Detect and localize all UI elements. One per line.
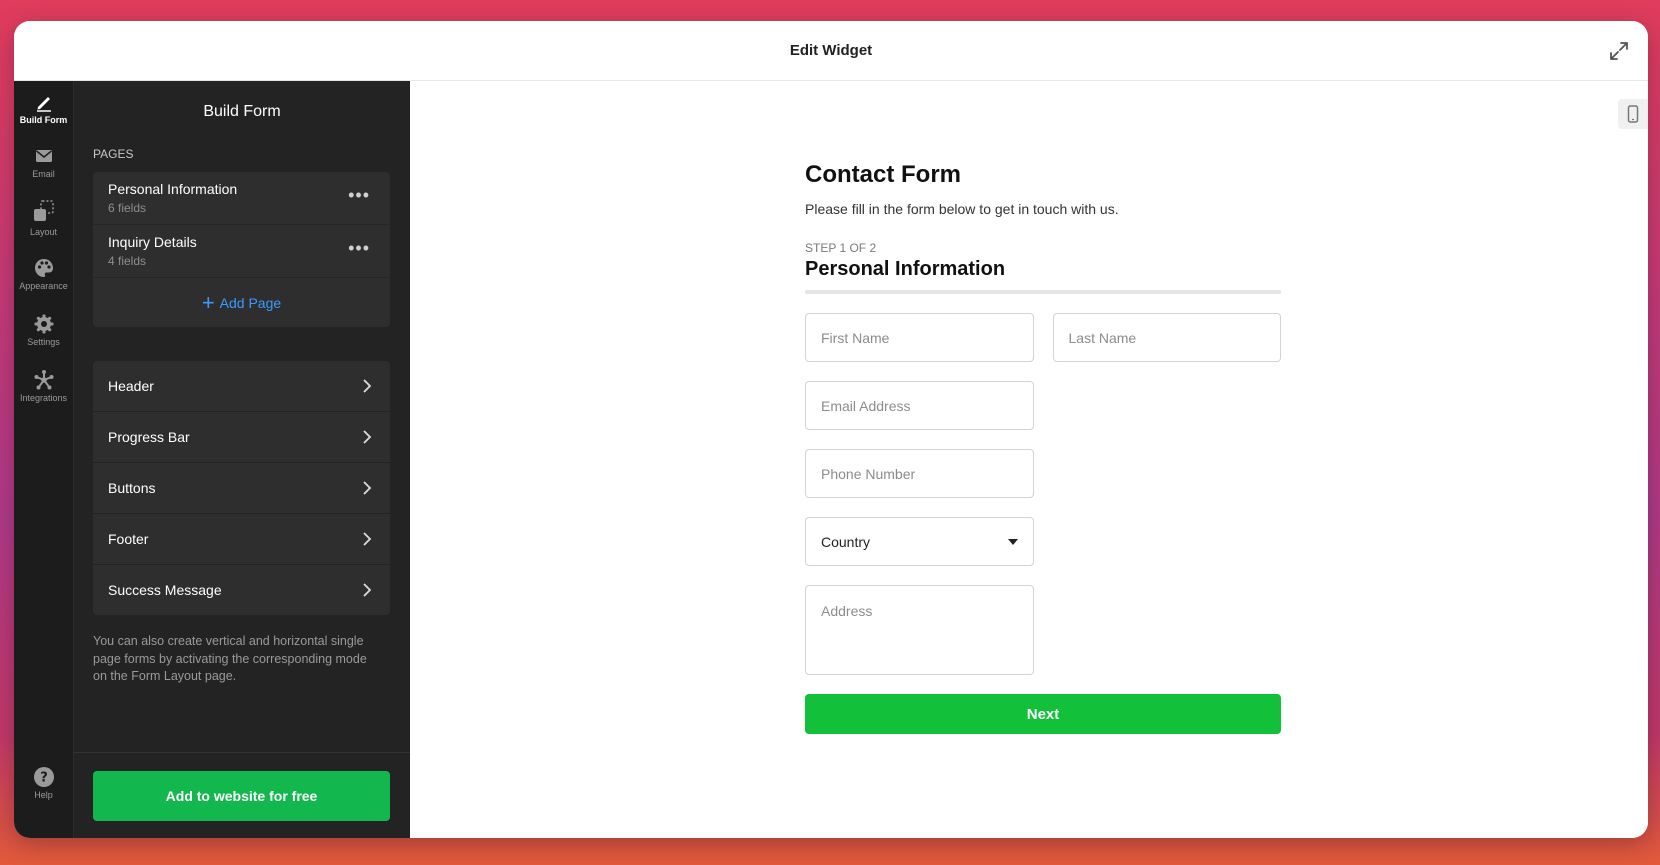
add-page-button[interactable]: + Add Page	[93, 277, 390, 328]
section-label: Success Message	[108, 582, 222, 598]
pages-list: Personal Information 6 fields ••• Inquir…	[93, 172, 390, 327]
section-label: Header	[108, 378, 154, 394]
page-field-count: 4 fields	[108, 254, 147, 268]
page-name: Personal Information	[108, 181, 238, 197]
step-title: Personal Information	[805, 258, 1006, 280]
add-page-label: Add Page	[219, 295, 282, 311]
panel-footer: Add to website for free	[74, 752, 410, 838]
section-label: Buttons	[108, 480, 156, 496]
section-footer[interactable]: Footer	[93, 514, 390, 564]
country-select-value: Country	[821, 533, 871, 550]
add-to-website-button[interactable]: Add to website for free	[93, 771, 390, 821]
editor-window: Edit Widget Build Form Email Layout Appe…	[14, 21, 1648, 838]
form-preview: Contact Form Please fill in the form bel…	[410, 81, 1648, 838]
nav-build-form-label: Build Form	[19, 115, 68, 125]
next-button[interactable]: Next	[805, 694, 1281, 734]
page-item-inquiry-details[interactable]: Inquiry Details 4 fields •••	[93, 224, 390, 277]
build-form-panel: Build Form PAGES Personal Information 6 …	[74, 81, 410, 838]
nav-settings-label: Settings	[27, 337, 60, 347]
section-label: Footer	[108, 531, 149, 547]
form-title: Contact Form	[805, 161, 961, 188]
first-name-input[interactable]	[805, 313, 1034, 362]
layout-icon	[33, 200, 54, 221]
pages-label: PAGES	[93, 147, 134, 161]
chevron-right-icon	[363, 379, 372, 393]
progress-bar	[805, 290, 1281, 294]
layout-hint-text: You can also create vertical and horizon…	[93, 634, 367, 683]
nav-appearance-label: Appearance	[19, 281, 68, 291]
nav-help-label: Help	[34, 790, 53, 800]
section-progress-bar[interactable]: Progress Bar	[93, 412, 390, 462]
chevron-right-icon	[363, 532, 372, 546]
svg-text:?: ?	[40, 771, 48, 786]
page-item-personal-information[interactable]: Personal Information 6 fields •••	[93, 172, 390, 224]
chevron-right-icon	[363, 583, 372, 597]
section-success-message[interactable]: Success Message	[93, 565, 390, 615]
plus-icon: +	[201, 290, 215, 315]
email-input[interactable]	[805, 381, 1034, 430]
panel-title: Build Form	[203, 103, 281, 120]
address-textarea[interactable]	[805, 585, 1034, 675]
window-title: Edit Widget	[789, 42, 873, 59]
nav-layout[interactable]: Layout	[14, 199, 73, 237]
nav-build-form[interactable]: Build Form	[14, 91, 73, 125]
envelope-icon	[35, 150, 52, 162]
integrations-icon	[34, 370, 53, 390]
last-name-input[interactable]	[1052, 313, 1281, 362]
help-icon: ?	[33, 767, 54, 787]
country-row: Country	[805, 517, 1281, 566]
step-indicator: STEP 1 OF 2	[805, 241, 877, 255]
nav-layout-label: Layout	[29, 227, 58, 237]
gear-icon	[34, 314, 53, 334]
page-name: Inquiry Details	[108, 234, 197, 250]
nav-email-label: Email	[32, 169, 55, 179]
caret-down-icon	[1008, 538, 1018, 545]
mobile-phone-icon	[1627, 105, 1639, 123]
nav-integrations-label: Integrations	[19, 393, 68, 403]
palette-icon	[34, 259, 53, 277]
email-row	[805, 381, 1281, 430]
more-options-icon[interactable]: •••	[348, 185, 370, 206]
nav-integrations[interactable]: Integrations	[14, 369, 73, 403]
section-buttons[interactable]: Buttons	[93, 463, 390, 513]
icon-sidebar: Build Form Email Layout Appearance Setti…	[14, 81, 74, 838]
phone-input[interactable]	[805, 449, 1034, 498]
contact-form: Contact Form Please fill in the form bel…	[805, 161, 1281, 734]
page-field-count: 6 fields	[108, 201, 147, 215]
phone-row	[805, 449, 1281, 498]
pencil-icon	[36, 97, 51, 112]
more-options-icon[interactable]: •••	[348, 238, 370, 259]
expand-icon[interactable]	[1608, 40, 1630, 62]
nav-appearance[interactable]: Appearance	[14, 257, 73, 291]
address-row	[805, 585, 1281, 675]
nav-settings[interactable]: Settings	[14, 313, 73, 347]
chevron-right-icon	[363, 481, 372, 495]
name-row	[805, 313, 1281, 362]
country-select[interactable]: Country	[805, 517, 1034, 566]
section-label: Progress Bar	[108, 429, 190, 445]
chevron-right-icon	[363, 430, 372, 444]
section-header[interactable]: Header	[93, 361, 390, 411]
form-description: Please fill in the form below to get in …	[805, 201, 1119, 217]
nav-help[interactable]: ? Help	[14, 766, 73, 800]
mobile-preview-button[interactable]	[1618, 99, 1648, 129]
nav-email[interactable]: Email	[14, 145, 73, 179]
top-bar: Edit Widget	[14, 21, 1648, 81]
sections-list: Header Progress Bar Buttons Footer Succe…	[93, 361, 390, 616]
